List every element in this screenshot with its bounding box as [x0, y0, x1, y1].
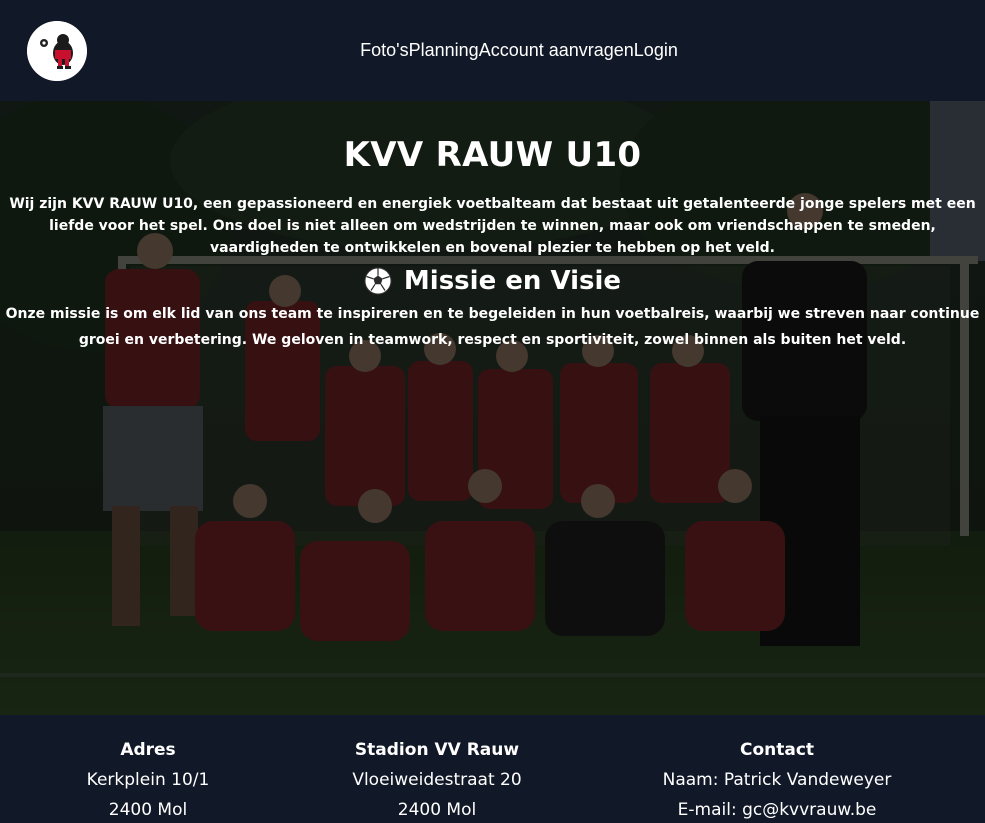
mission-title: Missie en Visie	[403, 266, 622, 296]
main-nav: Foto's Planning Account aanvragen Login	[0, 0, 985, 101]
nav-account-aanvragen[interactable]: Account aanvragen	[479, 40, 634, 61]
address-column: Adres Kerkplein 10/1 2400 Mol	[48, 737, 248, 823]
address-line1: Kerkplein 10/1	[86, 770, 210, 790]
stadium-line1: Vloeiweidestraat 20	[352, 770, 522, 790]
site-footer: Adres Kerkplein 10/1 2400 Mol Stadion VV…	[0, 715, 985, 820]
contact-name: Naam: Patrick Vandeweyer	[662, 770, 892, 790]
address-line2: 2400 Mol	[108, 800, 188, 820]
intro-text: Wij zijn KVV RAUW U10, een gepassioneerd…	[9, 196, 976, 256]
soccer-ball-icon	[364, 267, 392, 295]
mission-text: Onze missie is om elk lid van ons team t…	[5, 306, 980, 348]
hero-content: KVV RAUW U10 Wij zijn KVV RAUW U10, een …	[0, 101, 985, 353]
nav-login[interactable]: Login	[634, 40, 678, 61]
site-header: Foto's Planning Account aanvragen Login	[0, 0, 985, 101]
address-title: Adres	[120, 740, 176, 760]
contact-email[interactable]: E-mail: gc@kvvrauw.be	[627, 797, 927, 823]
page-title: KVV RAUW U10	[343, 135, 642, 175]
stadium-title: Stadion VV Rauw	[354, 740, 520, 760]
nav-planning[interactable]: Planning	[409, 40, 479, 61]
mission-heading: Missie en Visie	[0, 265, 985, 297]
stadium-column: Stadion VV Rauw Vloeiweidestraat 20 2400…	[317, 737, 557, 823]
stadium-line2: 2400 Mol	[397, 800, 477, 820]
contact-column: Contact Naam: Patrick Vandeweyer E-mail:…	[627, 737, 927, 823]
hero-section: KVV RAUW U10 Wij zijn KVV RAUW U10, een …	[0, 101, 985, 715]
contact-title: Contact	[739, 740, 815, 760]
nav-fotos[interactable]: Foto's	[360, 40, 408, 61]
